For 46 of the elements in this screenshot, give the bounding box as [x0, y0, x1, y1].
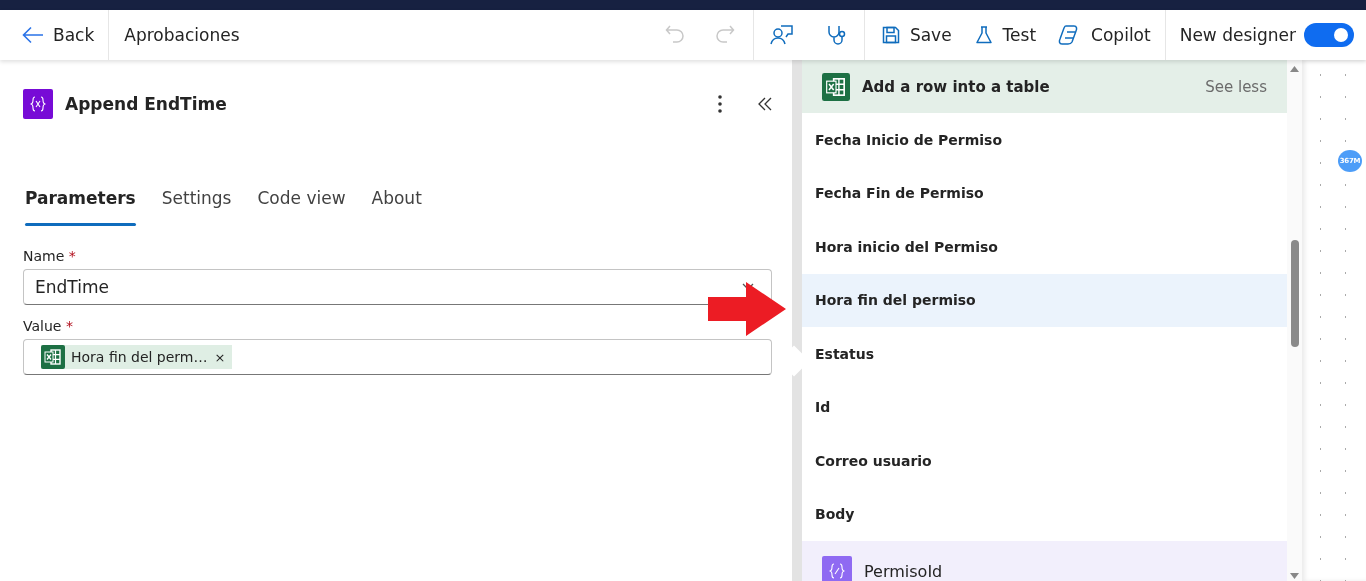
pointing-arrow-icon: [708, 282, 786, 336]
content-item[interactable]: Body: [802, 487, 1287, 541]
new-designer-toggle[interactable]: [1304, 23, 1354, 47]
field-label: Value *: [23, 318, 74, 336]
save-button[interactable]: Save: [870, 18, 962, 52]
save-icon: [880, 25, 901, 45]
more-icon[interactable]: [718, 95, 722, 113]
back-button[interactable]: Back: [0, 10, 109, 60]
scroll-up-icon[interactable]: [1290, 66, 1299, 72]
scrollbar[interactable]: [1287, 60, 1302, 581]
person-chat-icon: [769, 24, 794, 46]
tab[interactable]: About: [361, 188, 432, 226]
value-field[interactable]: Hora fin del perm… ×: [23, 339, 772, 375]
content-item[interactable]: Hora fin del permiso: [802, 273, 1287, 327]
content-item[interactable]: Fecha Inicio de Permiso: [802, 113, 1287, 167]
test-button[interactable]: Test: [963, 18, 1047, 52]
action-title: Append EndTime: [65, 94, 228, 114]
back-arrow-icon: [22, 26, 44, 44]
scroll-thumb[interactable]: [1291, 240, 1299, 347]
token-chip[interactable]: Hora fin del perm… ×: [41, 345, 233, 369]
copilot-button[interactable]: Copilot: [1048, 18, 1161, 52]
new-designer-label: New designer: [1178, 25, 1296, 45]
variable-icon: [23, 89, 53, 119]
undo-icon: [664, 24, 685, 46]
stethoscope-icon: [825, 24, 848, 46]
group-title: Add a row into a table: [862, 77, 1051, 96]
group-title: PermisoId: [864, 561, 943, 581]
spreadsheet-icon: [822, 72, 850, 101]
tab[interactable]: Parameters: [15, 188, 146, 226]
field-label: Name *: [23, 248, 77, 266]
redo-icon: [714, 24, 735, 46]
collapse-icon[interactable]: [758, 97, 772, 111]
content-item[interactable]: Fecha Fin de Permiso: [802, 166, 1287, 220]
tab[interactable]: Code view: [247, 188, 356, 226]
content-item[interactable]: Hora inicio del Permiso: [802, 220, 1287, 274]
spreadsheet-icon: [41, 345, 65, 369]
tab[interactable]: Settings: [151, 188, 242, 226]
content-item[interactable]: Estatus: [802, 327, 1287, 381]
content-item[interactable]: Correo usuario: [802, 434, 1287, 488]
flow-name: Aprobaciones: [123, 25, 241, 45]
scroll-down-icon[interactable]: [1290, 573, 1299, 579]
see-less-link[interactable]: See less: [1199, 77, 1273, 96]
content-item[interactable]: Id: [802, 380, 1287, 434]
variable-icon: [822, 556, 852, 581]
name-field[interactable]: EndTime: [23, 269, 772, 305]
flask-icon: [973, 25, 994, 45]
